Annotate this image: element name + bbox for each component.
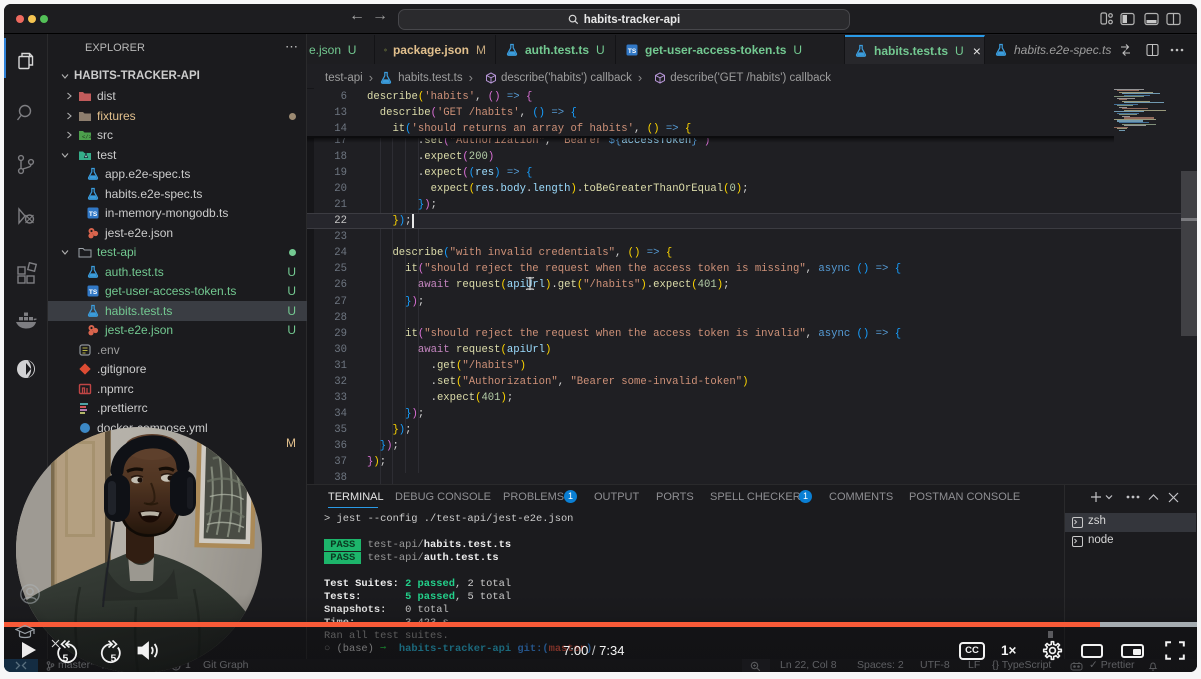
svg-text:5: 5 xyxy=(111,653,117,665)
svg-text:5: 5 xyxy=(63,653,69,665)
